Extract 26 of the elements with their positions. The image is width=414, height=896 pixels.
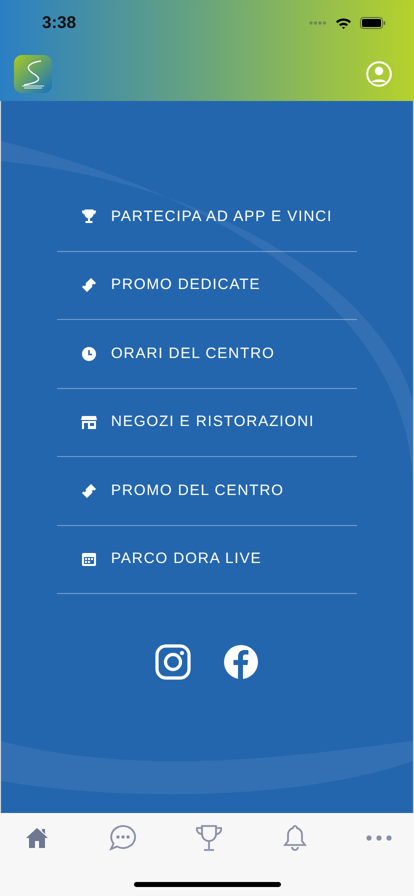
menu-item[interactable]: NEGOZI E RISTORAZIONI (57, 388, 357, 457)
trophy-tab[interactable] (194, 823, 224, 853)
menu-item[interactable]: PARCO DORA LIVE (57, 526, 357, 594)
trophy-icon (81, 208, 97, 225)
app-logo (14, 54, 52, 92)
calendar-icon (81, 551, 97, 568)
more-tab[interactable] (366, 835, 392, 841)
more-icon (366, 835, 392, 841)
menu-item[interactable]: ORARI DEL CENTRO (57, 320, 357, 388)
status-time: 3:38 (42, 12, 76, 34)
profile-button[interactable] (366, 60, 392, 86)
battery-icon (360, 17, 386, 29)
ticket-icon (81, 482, 97, 499)
menu-item[interactable]: PARTECIPA AD APP E VINCI (57, 183, 357, 252)
menu-item[interactable]: PROMO DEDICATE (57, 252, 357, 320)
ticket-icon (81, 277, 97, 294)
menu-item[interactable]: PROMO DEL CENTRO (57, 457, 357, 526)
chat-tab[interactable] (108, 823, 138, 853)
clock-icon (81, 346, 97, 362)
chat-icon (108, 823, 138, 853)
instagram-icon[interactable] (155, 644, 191, 680)
signal-icon (309, 21, 327, 25)
wifi-icon (335, 17, 352, 29)
store-icon (81, 414, 97, 430)
trophy-icon (194, 823, 224, 853)
facebook-icon[interactable] (223, 644, 259, 680)
